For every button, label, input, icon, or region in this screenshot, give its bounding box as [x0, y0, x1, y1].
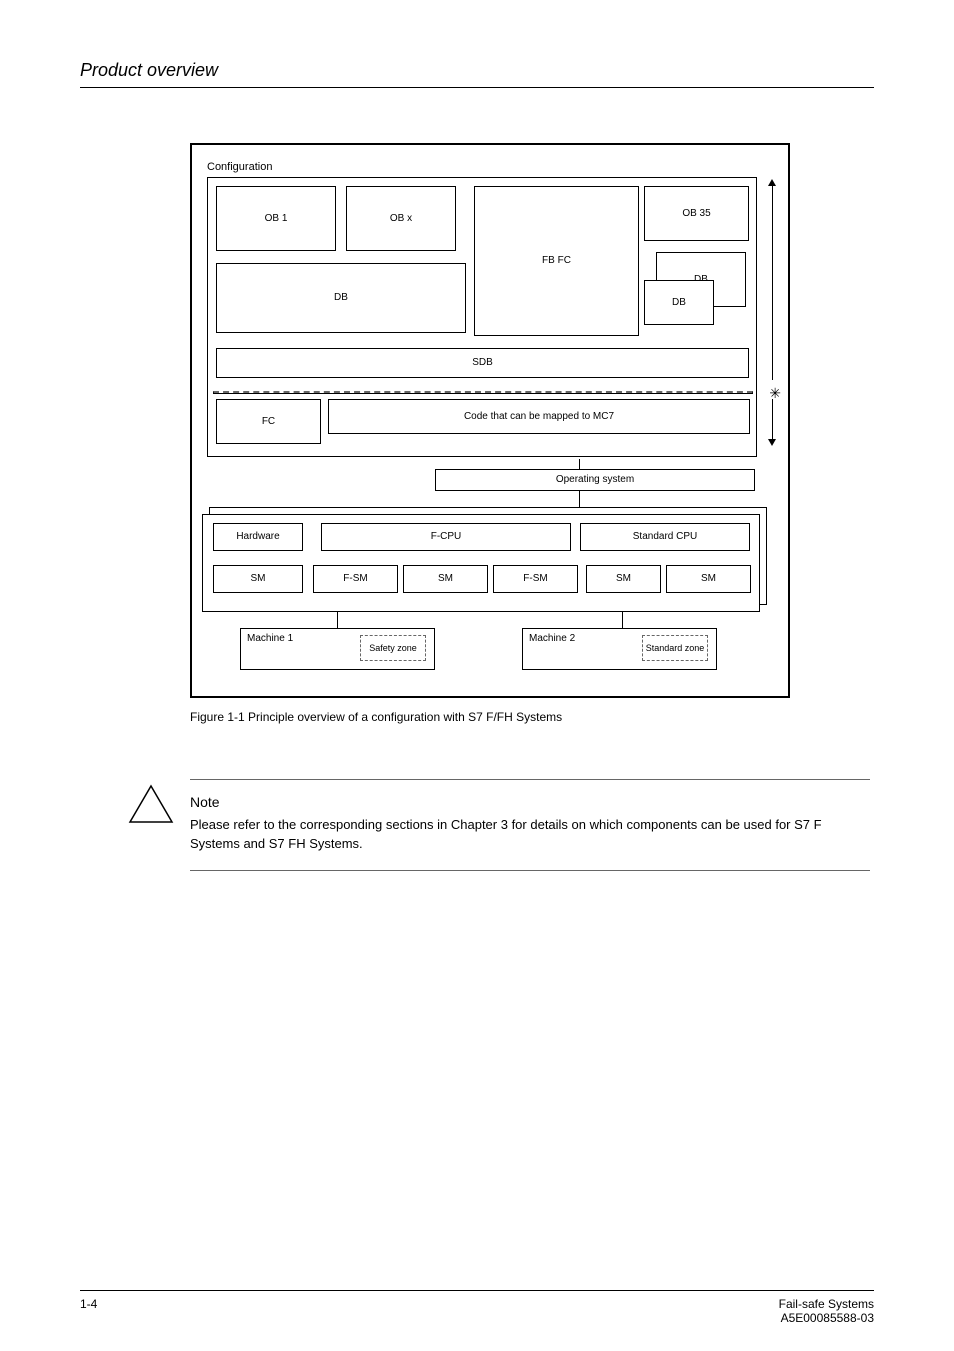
connector-line	[579, 459, 580, 469]
db2-box: DB	[644, 280, 714, 325]
connector-line	[337, 612, 338, 628]
hw-label: Hardware	[213, 523, 303, 551]
arrow-shaft-top	[772, 185, 773, 380]
system-diagram: Configuration OB 1 OB x DB FB FC OB 35 D…	[190, 143, 790, 698]
config-label: Configuration	[207, 161, 272, 173]
stdcpu-box: Standard CPU	[580, 523, 750, 551]
arrow-shaft-bottom	[772, 399, 773, 439]
footer-doc-title: Fail-safe Systems	[779, 1297, 874, 1311]
standard-zone-box: Standard zone	[642, 635, 708, 661]
fcpu-box: F-CPU	[321, 523, 571, 551]
ob1-box: OB 1	[216, 186, 336, 251]
arrow-down-icon	[768, 439, 776, 446]
dashed-divider	[213, 391, 753, 394]
sm-box-2: SM	[403, 565, 488, 593]
header-title: Product overview	[80, 60, 874, 81]
code-box: Code that can be mapped to MC7	[328, 399, 750, 434]
hardware-front: Hardware F-CPU Standard CPU SM F-SM SM F…	[202, 514, 760, 612]
note-body: Please refer to the corresponding sectio…	[190, 816, 870, 854]
opsys-box: Operating system	[435, 469, 755, 491]
safety-zone-box: Safety zone	[360, 635, 426, 661]
machine2-label: Machine 2	[529, 633, 575, 644]
fb-fc-box: FB FC	[474, 186, 639, 336]
machine1-label: Machine 1	[247, 633, 293, 644]
sm-box-5: SM	[666, 565, 751, 593]
footer-page-number: 1-4	[80, 1297, 97, 1311]
connector-line	[579, 491, 580, 507]
sm-box-0: SM	[213, 565, 303, 593]
sm-box-1: F-SM	[313, 565, 398, 593]
page-header: Product overview	[80, 60, 874, 88]
sm-box-4: SM	[586, 565, 661, 593]
connector-line	[622, 612, 623, 628]
ob35-box: OB 35	[644, 186, 749, 241]
machine1-box: Machine 1 Safety zone	[240, 628, 435, 670]
sm-box-3: F-SM	[493, 565, 578, 593]
page-footer: 1-4 Fail-safe Systems A5E00085588-03	[80, 1290, 874, 1311]
config-frame: OB 1 OB x DB FB FC OB 35 DB DB SDB FC Co…	[207, 177, 757, 457]
db1-box: DB	[216, 263, 466, 333]
fc-box: FC	[216, 399, 321, 444]
footer-doc-id: A5E00085588-03	[781, 1311, 874, 1325]
figure-caption: Figure 1-1 Principle overview of a confi…	[190, 710, 874, 724]
sdb-box: SDB	[216, 348, 749, 378]
note-section: Note Please refer to the corresponding s…	[190, 779, 870, 871]
obx-box: OB x	[346, 186, 456, 251]
machine2-box: Machine 2 Standard zone	[522, 628, 717, 670]
note-title: Note	[190, 794, 870, 810]
